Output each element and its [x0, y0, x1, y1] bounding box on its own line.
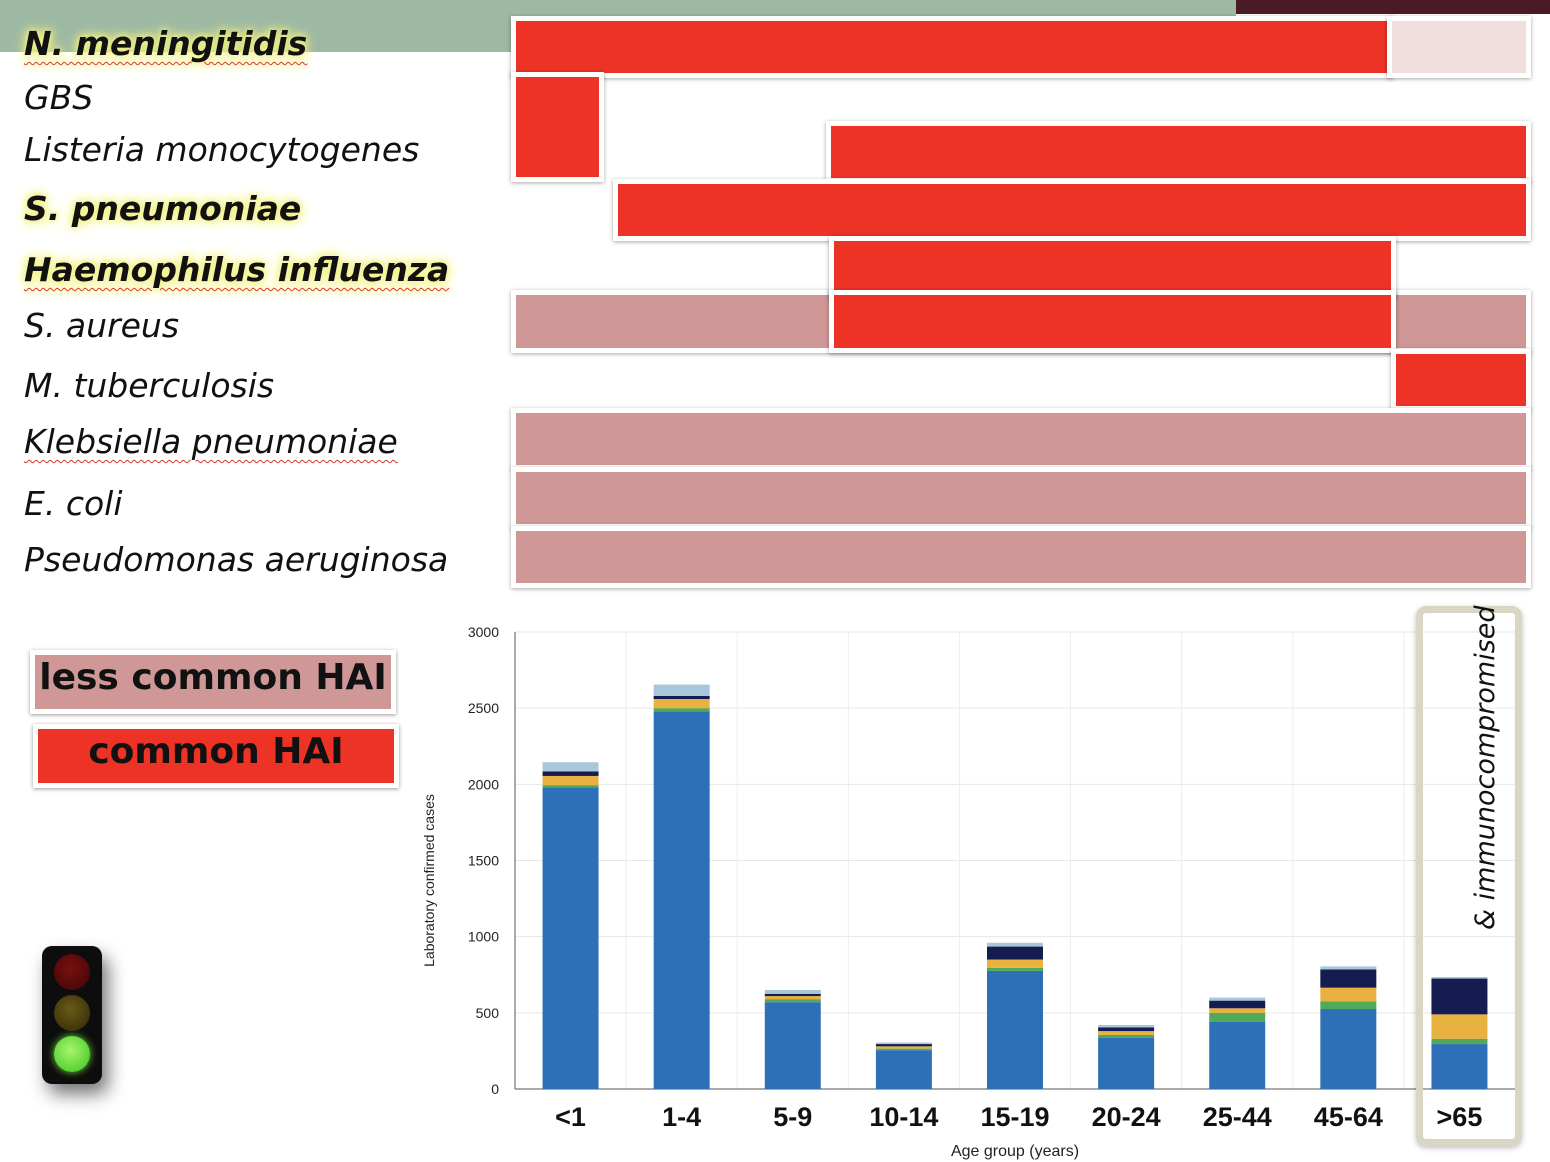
y-tick-label: 2000 — [468, 776, 499, 792]
bar-listeria — [826, 121, 1531, 183]
bar-segment-3 — [653, 699, 710, 709]
bar-n-meningitidis-partial — [1387, 16, 1531, 78]
legend-common-label: common HAI — [88, 731, 344, 772]
bar-segment-1 — [764, 1002, 821, 1089]
traffic-light-green-lamp — [54, 1036, 90, 1072]
y-tick-label: 1000 — [468, 929, 499, 945]
bar-segment-1 — [653, 711, 710, 1089]
bar-segment-1 — [875, 1050, 932, 1089]
bar-n-meningitidis-common — [511, 16, 1393, 78]
organism-label-m-tuberculosis: M. tuberculosis — [24, 366, 275, 405]
bar-segment-5 — [987, 942, 1043, 947]
organism-label-gbs: GBS — [24, 78, 94, 117]
bar-segment-4 — [653, 695, 710, 700]
header-band-maroon — [1236, 0, 1550, 14]
bar-m-tuberculosis — [1391, 349, 1531, 411]
organism-label-s-pneumoniae: S. pneumoniae — [24, 189, 302, 228]
bar-segment-5 — [653, 684, 710, 696]
bar-segment-1 — [1098, 1037, 1155, 1089]
bar-segment-4 — [1098, 1027, 1155, 1032]
bar-segment-2 — [1098, 1034, 1155, 1038]
bar-segment-2 — [987, 967, 1043, 971]
legend-less-common: less common HAI — [30, 650, 396, 714]
x-tick-label: 5-9 — [773, 1102, 812, 1132]
bar-segment-4 — [987, 946, 1043, 960]
bar-segment-2 — [1209, 1012, 1266, 1022]
traffic-light-amber-lamp — [54, 995, 90, 1031]
bar-segment-2 — [875, 1048, 932, 1051]
bar-segment-1 — [1209, 1021, 1266, 1089]
bar-s-aureus-common — [829, 290, 1396, 353]
bar-segment-3 — [1209, 1008, 1266, 1013]
x-tick-label: <1 — [555, 1102, 586, 1132]
organism-label-n-meningitidis: N. meningitidis — [24, 24, 308, 63]
bar-segment-5 — [542, 762, 599, 772]
y-tick-label: 1500 — [468, 853, 499, 869]
bar-segment-1 — [1320, 1009, 1377, 1089]
bar-segment-5 — [1209, 997, 1266, 1001]
bar-segment-2 — [764, 999, 821, 1003]
y-tick-label: 500 — [476, 1005, 500, 1021]
bar-segment-2 — [1320, 1001, 1377, 1010]
bar-segment-3 — [764, 996, 821, 1000]
bar-segment-3 — [542, 775, 599, 786]
bar-segment-3 — [987, 959, 1043, 968]
bar-segment-3 — [1320, 987, 1377, 1002]
bar-segment-1 — [542, 787, 599, 1089]
y-tick-label: 2500 — [468, 700, 499, 716]
x-tick-label: 20-24 — [1092, 1102, 1161, 1132]
bar-segment-1 — [987, 970, 1043, 1089]
organism-label-listeria: Listeria monocytogenes — [24, 130, 420, 169]
bar-segment-5 — [1098, 1025, 1155, 1028]
x-axis-title: Age group (years) — [951, 1143, 1079, 1160]
x-tick-label: 1-4 — [662, 1102, 701, 1132]
legend-common: common HAI — [33, 724, 399, 788]
bar-segment-4 — [764, 993, 821, 997]
traffic-light-icon — [42, 946, 102, 1084]
bar-segment-5 — [1320, 966, 1377, 970]
y-tick-label: 3000 — [468, 624, 499, 640]
bar-haemophilus — [829, 236, 1396, 298]
bar-segment-4 — [875, 1044, 932, 1047]
bar-klebsiella — [511, 408, 1531, 470]
bar-segment-5 — [875, 1042, 932, 1045]
bar-segment-5 — [764, 989, 821, 994]
organism-label-klebsiella: Klebsiella pneumoniae — [24, 422, 398, 461]
x-tick-label: 15-19 — [980, 1102, 1049, 1132]
elderly-highlight-frame — [1416, 606, 1522, 1146]
bar-s-pneumoniae — [613, 179, 1531, 241]
bar-segment-2 — [653, 708, 710, 712]
bar-segment-2 — [542, 785, 599, 788]
organism-label-e-coli: E. coli — [24, 484, 123, 523]
bar-gbs — [511, 72, 604, 182]
organism-label-s-aureus: S. aureus — [24, 306, 180, 345]
x-tick-label: 10-14 — [869, 1102, 938, 1132]
organism-label-haemophilus: Haemophilus influenza — [24, 250, 450, 289]
bar-segment-3 — [875, 1046, 932, 1049]
traffic-light-red-lamp — [54, 954, 90, 990]
y-tick-label: 0 — [491, 1081, 499, 1097]
x-tick-label: 25-44 — [1203, 1102, 1272, 1132]
bar-segment-4 — [542, 771, 599, 776]
bar-e-coli — [511, 467, 1531, 529]
bar-segment-3 — [1098, 1031, 1155, 1035]
x-tick-label: 45-64 — [1314, 1102, 1383, 1132]
bar-segment-4 — [1320, 969, 1377, 988]
bar-segment-4 — [1209, 1000, 1266, 1009]
immunocompromised-annotation: & immunocompromised — [1470, 605, 1501, 930]
bar-pseudomonas — [511, 526, 1531, 588]
y-axis-title: Laboratory confirmed cases — [421, 794, 437, 967]
organism-label-pseudomonas: Pseudomonas aeruginosa — [24, 540, 449, 579]
age-group-chart: 0 500 1000 1500 2000 2500 3000 <1 1-4 5-9 10-14 15-… — [421, 624, 1516, 1160]
legend-less-common-label: less common HAI — [39, 657, 387, 698]
